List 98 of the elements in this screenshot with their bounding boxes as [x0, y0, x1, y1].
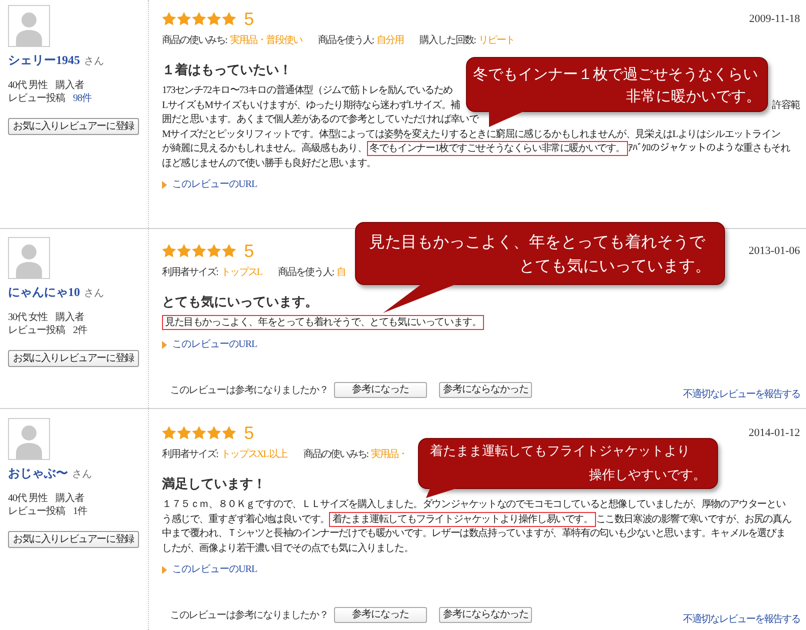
reviewer-name[interactable]: おじゃぶ〜 [8, 465, 68, 481]
review-text: LサイズもMサイズもいけますが、ゆったり期待なら迷わずLサイズ。補 [162, 100, 460, 110]
favorite-reviewer-button[interactable]: お気に入りレビュアーに登録 [8, 118, 139, 135]
review-title: 満足しています！ [162, 475, 266, 493]
review-title: １着はもっていたい！ [162, 61, 292, 79]
review-text: う感じで、重すぎず着心地は良いです。 [162, 514, 330, 524]
honorific-text: さん [72, 468, 92, 482]
highlighted-text: 着たまま運転してもフライトジャケットより操作し易いです。 [329, 512, 596, 526]
callout-text: 非常に暖かいです。 [626, 86, 761, 107]
review-date: 2013-01-06 [748, 244, 800, 258]
attribute-value: リピート [478, 35, 514, 47]
review-text: 囲だと思います。あくまで個人差があるので参考としていただければ幸いで [162, 114, 478, 125]
review-text: が綺麗に見えるかもしれません。高級感もあり、 [162, 143, 367, 154]
favorite-reviewer-button[interactable]: お気に入りレビュアーに登録 [8, 531, 139, 548]
post-count: 1件 [73, 505, 87, 518]
post-count-label: レビュー投稿 [8, 324, 65, 337]
attribute-label: 商品の使いみち: [162, 35, 227, 47]
attribute-label: 商品を使う人: [278, 267, 334, 279]
star-icon [207, 244, 221, 258]
report-link[interactable]: 不適切なレビューを報告する [683, 614, 800, 626]
review-url-link[interactable]: このレビューのURL [162, 178, 257, 192]
attribute-value: 自 [336, 267, 346, 279]
highlighted-text: 見た目もかっこよく、年をとっても着れそうで、とても気にいっています。 [162, 315, 484, 330]
attribute-label: 利用者サイズ: [162, 449, 218, 461]
star-icon [177, 426, 191, 440]
rating-score: 5 [244, 10, 254, 28]
feedback-question: このレビューは参考になりましたか？ [170, 609, 328, 623]
post-count[interactable]: 98件 [73, 92, 92, 105]
triangle-icon [162, 340, 167, 348]
feedback-button[interactable]: 参考にならなかった [439, 382, 532, 398]
attribute-value: 実用品・普段使い [230, 35, 302, 47]
star-icon [177, 12, 191, 26]
attribute-label: 商品の使いみち: [303, 449, 368, 461]
star-icon [162, 244, 176, 258]
reviewer-demographics: 30代 女性 [8, 311, 48, 324]
review-text: 許容範 [772, 98, 800, 112]
callout-text: 操作しやすいです。 [589, 467, 706, 485]
star-icon [222, 426, 236, 440]
review-text: Mサイズだとピッタリフィットです。体型によっては姿勢を変えたりするときに窮屈に感じるかもしれませんが、見栄えはLよりはシルエットライン [162, 128, 780, 140]
feedback-button[interactable]: 参考になった [334, 607, 428, 623]
callout-text: 着たまま運転してもフライトジャケットより [430, 443, 690, 461]
honorific-text: さん [84, 55, 104, 69]
rating-score: 5 [244, 424, 254, 442]
attribute-label: 購入した回数: [420, 35, 476, 47]
review-text: 173センチ72キロ〜73キロの普通体型（ジムで筋トレを励んでいるため [162, 85, 453, 96]
reviewer-demographics: 40代 男性 [8, 492, 48, 505]
review-text: ここ数日寒波の影響で寒いですが、お尻の真ん [596, 514, 792, 524]
star-icon [177, 244, 191, 258]
avatar-icon [8, 5, 50, 47]
avatar-icon [8, 237, 50, 279]
review-text: １７５ｃｍ、８０Ｋｇですので、ＬＬサイズを購入しました。ダウンジャケットなのでモコモコしていると想像していましたが、厚物のアウターとい [162, 499, 786, 510]
callout-text: 見た目もかっこよく、年をとっても着れそうで [369, 231, 705, 253]
attribute-value: トップスXL 以上 [220, 449, 288, 461]
star-icon [222, 12, 236, 26]
post-count-label: レビュー投稿 [8, 92, 65, 105]
star-icon [207, 426, 221, 440]
triangle-icon [162, 181, 167, 189]
star-icon [162, 12, 176, 26]
review-title: とても気にいっています。 [162, 293, 318, 311]
feedback-button[interactable]: 参考になった [334, 382, 428, 398]
favorite-reviewer-button[interactable]: お気に入りレビュアーに登録 [8, 350, 139, 367]
review-url-link[interactable]: このレビューのURL [162, 563, 257, 577]
star-icon [222, 244, 236, 258]
review-url-link[interactable]: このレビューのURL [162, 338, 257, 352]
buyer-label: 購入者 [56, 492, 84, 505]
buyer-label: 購入者 [56, 79, 84, 92]
review-text: ほど感じませんので使い勝手も良好だと思います。 [162, 158, 376, 168]
honorific-text: さん [84, 287, 104, 301]
feedback-button[interactable]: 参考にならなかった [439, 607, 532, 623]
rating-score: 5 [244, 242, 254, 260]
feedback-question: このレビューは参考になりましたか？ [170, 384, 328, 398]
star-icon [207, 12, 221, 26]
attribute-label: 利用者サイズ: [162, 267, 218, 279]
avatar-icon [8, 418, 50, 460]
review-date: 2014-01-12 [748, 426, 800, 440]
star-icon [192, 426, 206, 440]
attribute-label: 商品を使う人: [318, 35, 374, 47]
review-date: 2009-11-18 [749, 12, 800, 26]
highlighted-text: 冬でもインナー1枚ですごせそうなくらい非常に暖かいです。 [366, 141, 628, 156]
post-count: 2件 [73, 324, 87, 337]
buyer-label: 購入者 [56, 311, 84, 324]
callout-text: とても気にいっています。 [519, 255, 711, 277]
review-text: ｱﾊﾞｸﾛのジャケットのような重さもそれ [628, 143, 790, 154]
attribute-value: 自分用 [376, 35, 404, 47]
reviewer-name[interactable]: にゃんにゃ10 [8, 284, 80, 300]
report-link[interactable]: 不適切なレビューを報告する [683, 388, 800, 400]
star-icon [162, 426, 176, 440]
post-count-label: レビュー投稿 [8, 505, 65, 518]
attribute-value: 実用品・ [371, 449, 408, 461]
star-icon [192, 12, 206, 26]
triangle-icon [162, 566, 167, 574]
reviewer-name[interactable]: シェリー1945 [8, 52, 80, 68]
callout-text: 冬でもインナー１枚で過ごせそうなくらい [473, 64, 758, 85]
reviewer-demographics: 40代 男性 [8, 79, 48, 92]
review-text: 中まで覆われ、Ｔシャツと長袖のインナーだけでも暖かいです。レザーは数点持っていますが、革特有の匂いも少ないと思います。キャメルを選びま [162, 528, 786, 539]
attribute-value: トップスL [220, 267, 262, 279]
review-text: したが、画像より若干濃い目でその点でも気に入りました。 [162, 542, 414, 554]
star-icon [192, 244, 206, 258]
